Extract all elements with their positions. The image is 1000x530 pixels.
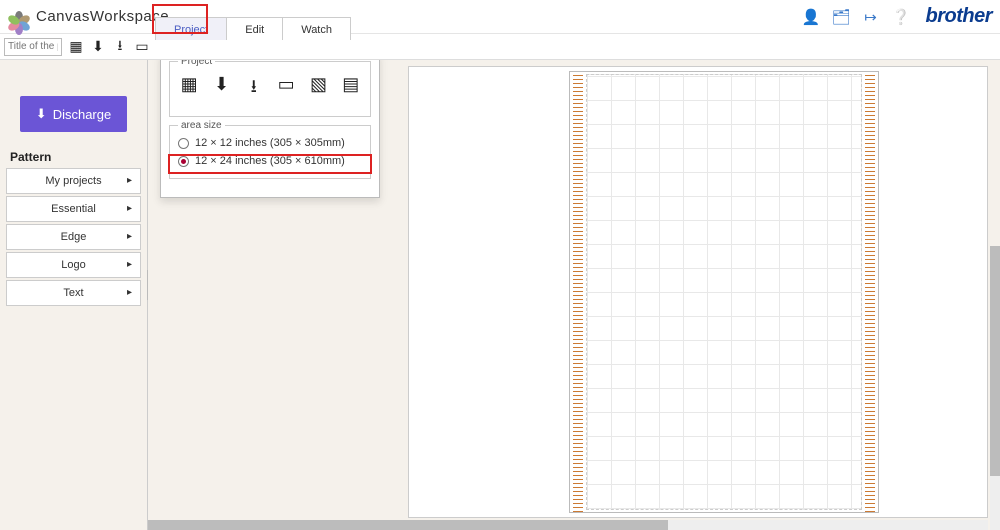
download-arrow-icon: ⬇ [36,106,47,122]
exit-icon[interactable]: ↦ [862,8,880,26]
tab-edit[interactable]: Edit [226,17,283,40]
canvas-grid [586,74,862,510]
sidebar-item-logo[interactable]: Logo [6,252,141,278]
horizontal-scrollbar[interactable] [148,520,988,530]
tab-project[interactable]: Project [155,17,227,40]
svg-mini-icon[interactable]: ▭ [134,38,150,55]
sidebar-item-edge[interactable]: Edge [6,224,141,250]
help-icon[interactable]: ❔ [892,8,910,26]
canvas-viewport [408,66,988,518]
panel-project-group: Project ▦ ⬇ ⭳ ▭ ▧ ▤ [169,61,371,117]
vertical-scroll-thumb[interactable] [990,246,1000,476]
radio-12x12-label: 12 × 12 inches (305 × 305mm) [195,137,345,149]
export-icon[interactable]: ▤ [342,74,360,104]
sidebar-item-myprojects[interactable]: My projects [6,168,141,194]
vertical-scrollbar[interactable] [990,246,1000,530]
user-icon[interactable]: 👤 [802,8,820,26]
discharge-button[interactable]: ⬇ Discharge [20,96,127,132]
radio-12x24[interactable]: 12 × 24 inches (305 × 610mm) [176,152,364,170]
app-title: CanvasWorkspace [36,8,169,25]
svg-icon[interactable]: ▭ [277,74,295,104]
brand-logo: brother [926,5,993,28]
radio-12x24-label: 12 × 24 inches (305 × 610mm) [195,155,345,167]
workspace-area: Project ▦ ⬇ ⭳ ▭ ▧ ▤ area size 12 × 12 in… [148,60,1000,530]
radio-icon [178,138,189,149]
tab-watch[interactable]: Watch [282,17,351,40]
cutting-mat[interactable] [569,71,879,513]
discharge-label: Discharge [53,107,112,122]
main-layout: ⬇ Discharge Pattern My projects Essentia… [0,60,1000,530]
radio-selected-icon [178,156,189,167]
panel-areasize-label: area size [178,120,225,131]
sidebar-item-text[interactable]: Text [6,280,141,306]
download-icon[interactable]: ⬇ [90,38,106,55]
new-icon[interactable]: ▦ [68,38,84,55]
pattern-heading: Pattern [10,150,141,164]
inbox-icon[interactable]: 🗂 [832,8,850,26]
app-header: CanvasWorkspace Project Edit Watch 👤 🗂 ↦… [0,0,1000,34]
import-icon[interactable]: ⬇ [212,74,230,104]
new-page-icon[interactable]: ▦ [180,74,198,104]
import-alt-icon[interactable]: ⭳ [245,74,263,104]
sidebar-item-essential[interactable]: Essential [6,196,141,222]
project-dropdown-panel: Project ▦ ⬇ ⭳ ▭ ▧ ▤ area size 12 × 12 in… [160,60,380,198]
app-logo: CanvasWorkspace [8,6,169,28]
menu-tabs: Project Edit Watch [155,17,350,40]
flower-icon [8,6,30,28]
mini-toolbar: ▦ ⬇ ⭳ ▭ [0,34,1000,60]
radio-12x12[interactable]: 12 × 12 inches (305 × 305mm) [176,134,364,152]
panel-project-label: Project [178,60,215,67]
sidebar: ⬇ Discharge Pattern My projects Essentia… [0,60,148,530]
horizontal-scroll-thumb[interactable] [148,520,668,530]
image-icon[interactable]: ▧ [309,74,327,104]
header-right: 👤 🗂 ↦ ❔ brother [802,5,993,28]
project-title-input[interactable] [4,38,62,56]
panel-icon-row: ▦ ⬇ ⭳ ▭ ▧ ▤ [176,70,364,108]
open-icon[interactable]: ⭳ [112,35,128,59]
panel-areasize-group: area size 12 × 12 inches (305 × 305mm) 1… [169,125,371,179]
